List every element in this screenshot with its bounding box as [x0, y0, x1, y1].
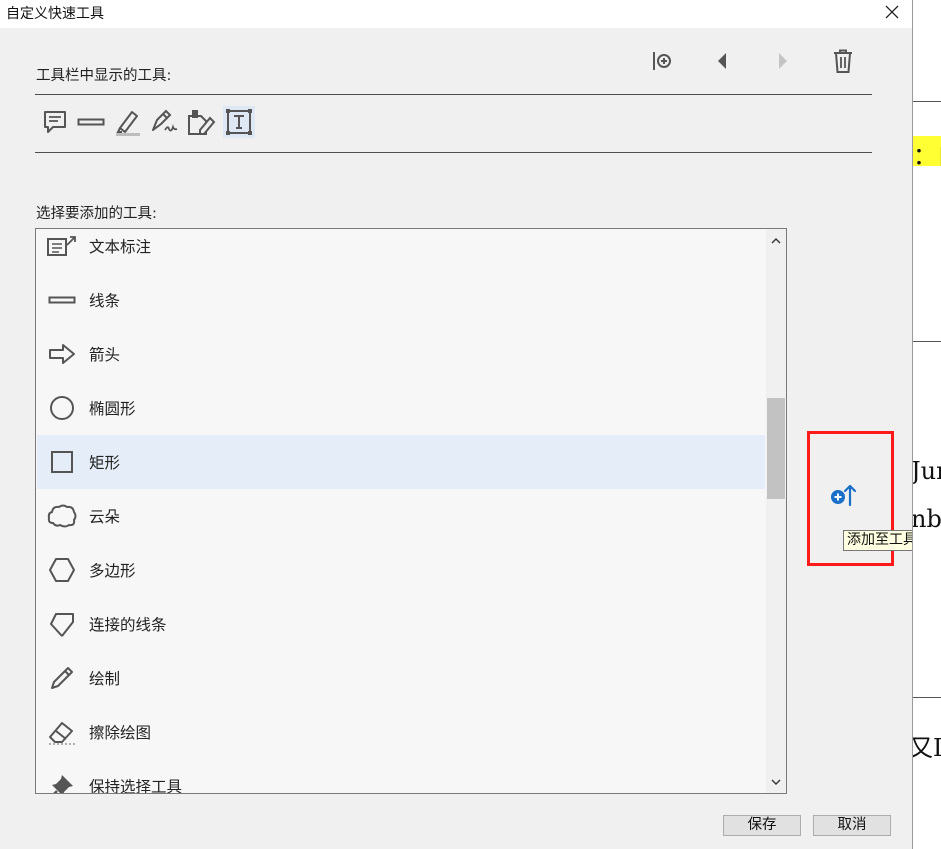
- list-item-keep-tool[interactable]: 保持选择工具: [37, 759, 765, 794]
- list-item-line[interactable]: 线条: [37, 273, 765, 327]
- shown-tool-signature[interactable]: [148, 106, 180, 138]
- doc-text: 又I: [913, 728, 941, 763]
- callout-icon: [47, 231, 77, 261]
- title-bar: 自定义快速工具: [0, 0, 912, 28]
- shown-tool-stamp[interactable]: [185, 106, 217, 138]
- scroll-up-button[interactable]: [766, 231, 786, 251]
- list-item-callout[interactable]: 文本标注: [37, 229, 765, 273]
- shown-tool-text-box[interactable]: [223, 106, 255, 138]
- close-button[interactable]: [874, 0, 910, 24]
- list-item-label: 擦除绘图: [89, 724, 152, 742]
- doc-text: nbe: [912, 505, 941, 533]
- list-item-label: 椭圆形: [89, 400, 136, 418]
- background-document: ：自 Jur nbe 又I: [912, 0, 941, 849]
- save-button[interactable]: 保存: [723, 815, 801, 836]
- list-item-label: 线条: [89, 292, 121, 310]
- polyline-icon: [47, 609, 77, 639]
- list-item-label: 绘制: [89, 670, 121, 688]
- list-scrollbar[interactable]: [766, 229, 786, 793]
- highlighter-icon: [116, 111, 140, 136]
- insert-separator-icon: [653, 52, 671, 70]
- list-item-polygon[interactable]: 多边形: [37, 543, 765, 597]
- list-item-label: 连接的线条: [89, 616, 167, 634]
- customize-quick-tools-dialog: 自定义快速工具 工具栏中显示的工具: 选择要添加的工具: 文本标注 线条 箭头 …: [0, 0, 935, 849]
- add-tools-label: 选择要添加的工具:: [36, 206, 157, 222]
- list-item-pencil[interactable]: 绘制: [37, 651, 765, 705]
- arrow-icon: [47, 339, 77, 369]
- list-item-rectangle[interactable]: 矩形: [37, 435, 765, 489]
- triangle-left-icon: [718, 53, 726, 69]
- ellipse-icon: [47, 393, 77, 423]
- polygon-icon: [47, 555, 77, 585]
- available-tools-list[interactable]: 文本标注 线条 箭头 椭圆形 矩形 云朵 多边形 连接的线条 绘制 擦除绘图 保…: [35, 228, 787, 794]
- chevron-down-icon: [771, 779, 781, 785]
- comment-icon: [44, 111, 66, 133]
- doc-text: Jur: [913, 457, 941, 485]
- trash-icon: [834, 49, 852, 73]
- chevron-up-icon: [771, 238, 781, 244]
- close-icon: [885, 5, 899, 19]
- delete-button[interactable]: [826, 44, 860, 78]
- move-left-button[interactable]: [705, 44, 739, 78]
- shown-tool-line[interactable]: [75, 106, 107, 138]
- list-item-cloud[interactable]: 云朵: [37, 489, 765, 543]
- add-to-toolbar-icon: [831, 484, 857, 507]
- line-icon: [47, 285, 77, 315]
- cloud-icon: [47, 501, 77, 531]
- text-box-icon: [226, 109, 252, 135]
- pin-icon: [47, 771, 77, 793]
- scroll-thumb[interactable]: [767, 398, 785, 499]
- doc-rule: [913, 101, 941, 102]
- list-item-label: 云朵: [89, 508, 121, 526]
- dialog-title: 自定义快速工具: [6, 6, 104, 22]
- pencil-icon: [47, 663, 77, 693]
- line-icon: [77, 118, 105, 126]
- list-item-arrow[interactable]: 箭头: [37, 327, 765, 381]
- list-item-label: 多边形: [89, 562, 136, 580]
- triangle-right-icon: [779, 53, 787, 69]
- list-item-ellipse[interactable]: 椭圆形: [37, 381, 765, 435]
- doc-rule: [913, 341, 941, 342]
- shown-tool-comment[interactable]: [39, 106, 71, 138]
- list-item-label: 箭头: [89, 346, 121, 364]
- shown-tools-strip: [35, 94, 872, 153]
- scroll-down-button[interactable]: [766, 772, 786, 792]
- insert-separator-button[interactable]: [645, 44, 679, 78]
- cancel-button[interactable]: 取消: [813, 815, 891, 836]
- list-item-label: 文本标注: [89, 238, 152, 256]
- add-to-toolbar-button[interactable]: [826, 481, 860, 509]
- list-item-polyline[interactable]: 连接的线条: [37, 597, 765, 651]
- shown-tool-highlighter[interactable]: [112, 106, 144, 138]
- list-item-eraser[interactable]: 擦除绘图: [37, 705, 765, 759]
- eraser-icon: [47, 717, 77, 747]
- shown-tools-label: 工具栏中显示的工具:: [36, 68, 172, 84]
- list-item-label: 保持选择工具: [89, 778, 183, 794]
- list-item-label: 矩形: [89, 454, 121, 472]
- rectangle-icon: [47, 447, 77, 477]
- signature-icon: [152, 109, 178, 132]
- move-right-button[interactable]: [766, 44, 800, 78]
- stamp-icon: [188, 110, 216, 135]
- doc-rule: [913, 697, 941, 698]
- doc-text: ：自: [913, 142, 941, 170]
